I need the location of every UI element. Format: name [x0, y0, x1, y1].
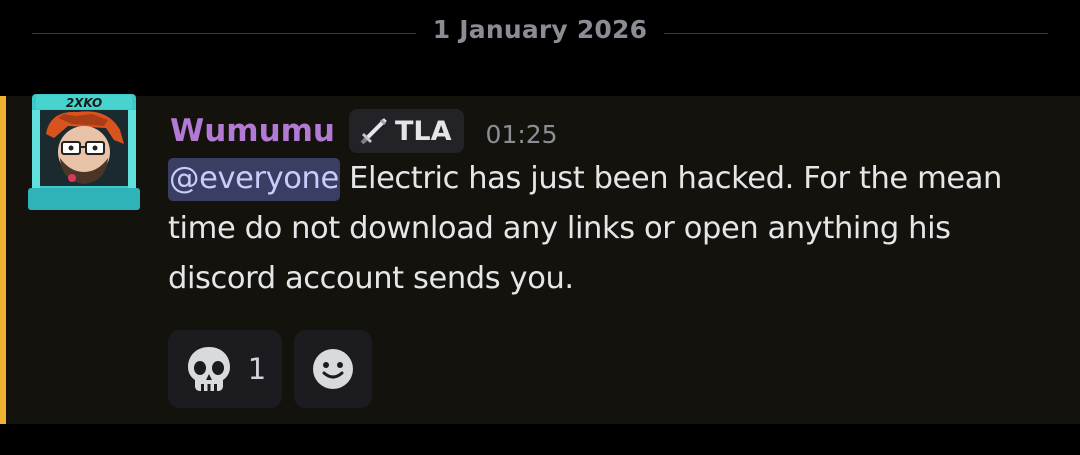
reactions-bar: 1 [168, 330, 372, 408]
message-item[interactable]: 2XKO Wumumu TLA 01:25 @everyone Electric… [0, 94, 1080, 424]
date-label: 1 January 2026 [432, 15, 648, 44]
timestamp[interactable]: 01:25 [486, 120, 558, 149]
everyone-mention[interactable]: @everyone [168, 158, 340, 201]
arcade-avatar-image: 2XKO [28, 94, 140, 210]
add-reaction-icon [313, 349, 353, 389]
mention-highlight-bar [0, 96, 6, 424]
message-content: @everyone Electric has just been hacked.… [168, 154, 1058, 304]
reaction-skull[interactable]: 1 [168, 330, 282, 408]
add-reaction-button[interactable] [294, 330, 372, 408]
sword-icon [360, 118, 387, 145]
skull-icon [187, 347, 230, 391]
date-divider: 1 January 2026 [0, 0, 1080, 70]
username[interactable]: Wumumu [170, 113, 335, 149]
divider-line-right [664, 33, 1048, 34]
reaction-count: 1 [247, 352, 267, 386]
role-label: TLA [395, 115, 452, 147]
role-tag[interactable]: TLA [349, 109, 464, 153]
avatar[interactable]: 2XKO [28, 92, 140, 212]
message-header: Wumumu TLA 01:25 [170, 108, 558, 154]
divider-line-left [32, 33, 416, 34]
svg-text:2XKO: 2XKO [66, 96, 102, 110]
